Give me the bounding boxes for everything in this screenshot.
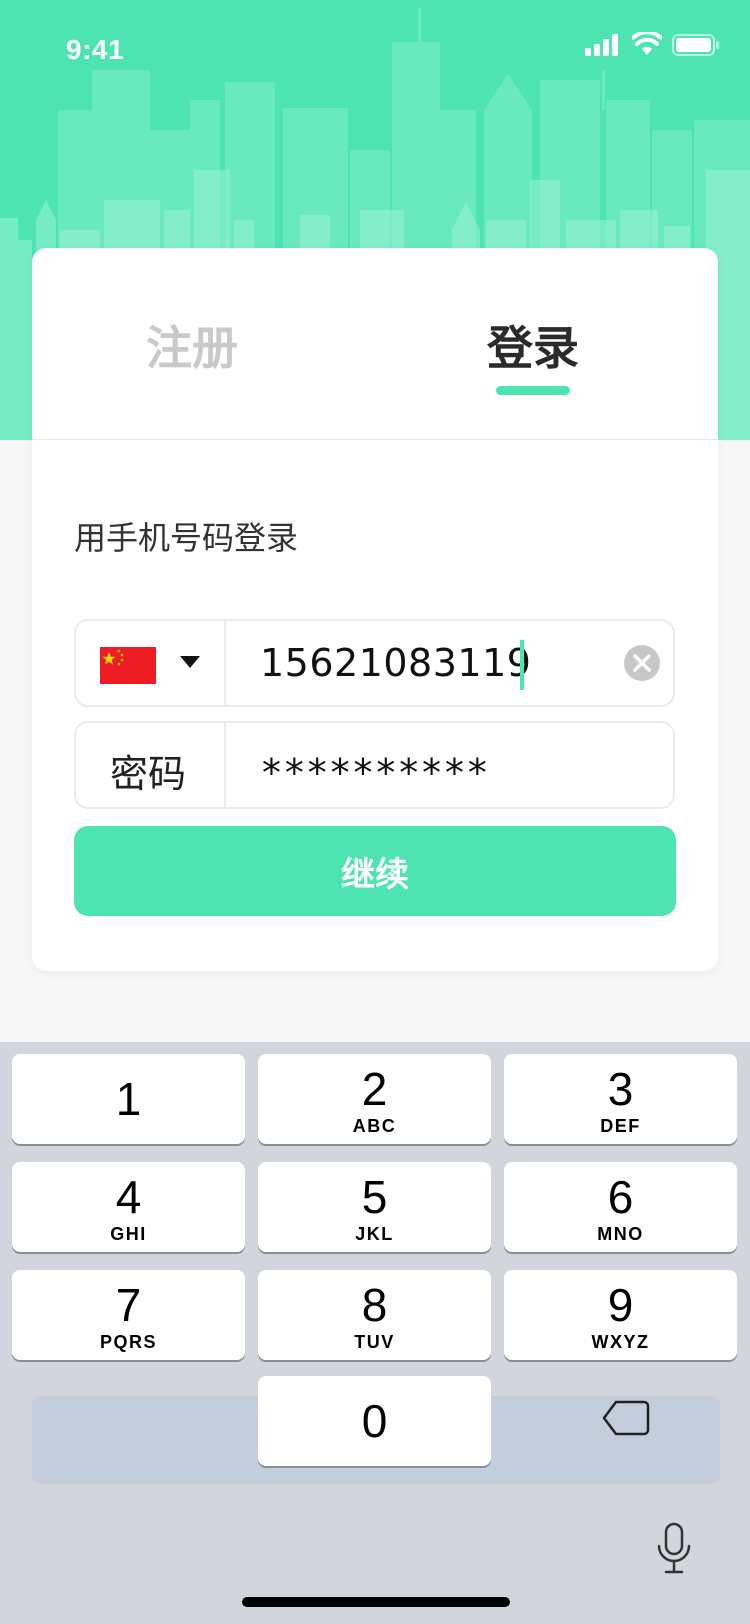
numeric-keyboard: 1 2 ABC 3 DEF 4 GHI 5 JKL 6 MNO 7 PQRS 8… xyxy=(0,1042,750,1624)
tab-login[interactable]: 登录 xyxy=(487,312,579,378)
key-5[interactable]: 5 JKL xyxy=(258,1162,491,1252)
key-digit: 8 xyxy=(361,1279,388,1331)
key-digit: 6 xyxy=(607,1171,634,1223)
key-letters: MNO xyxy=(597,1224,644,1244)
key-digit: 7 xyxy=(115,1279,142,1331)
key-letters: PQRS xyxy=(99,1332,157,1352)
key-0[interactable]: 0 xyxy=(258,1376,491,1466)
key-letters: GHI xyxy=(110,1224,147,1244)
phone-field[interactable]: 15621083119 xyxy=(74,619,675,707)
active-tab-indicator xyxy=(496,386,570,395)
key-digit: 3 xyxy=(607,1063,634,1115)
key-3[interactable]: 3 DEF xyxy=(504,1054,737,1144)
home-indicator xyxy=(242,1597,510,1607)
clear-icon[interactable] xyxy=(624,645,660,681)
key-letters: WXYZ xyxy=(591,1332,650,1352)
key-7[interactable]: 7 PQRS xyxy=(12,1270,245,1360)
password-label: 密码 xyxy=(110,752,187,796)
key-letters: TUV xyxy=(354,1332,395,1352)
microphone-icon[interactable] xyxy=(656,1522,692,1576)
key-letters: JKL xyxy=(355,1224,394,1244)
key-9[interactable]: 9 WXYZ xyxy=(504,1270,737,1360)
status-bar: 9:41 xyxy=(0,0,750,92)
key-2[interactable]: 2 ABC xyxy=(258,1054,491,1144)
key-digit: 2 xyxy=(361,1063,388,1115)
field-separator xyxy=(224,621,226,705)
backspace-icon[interactable] xyxy=(602,1400,650,1436)
caret-down-icon[interactable] xyxy=(180,656,200,669)
tab-register[interactable]: 注册 xyxy=(146,312,238,378)
password-input[interactable]: ********** xyxy=(260,751,489,795)
login-subtitle: 用手机号码登录 xyxy=(74,519,299,557)
tab-divider xyxy=(32,439,718,440)
login-card: 注册 登录 用手机号码登录 15621083119 密码 ********** … xyxy=(32,248,718,971)
battery-icon xyxy=(672,34,719,56)
password-field[interactable]: 密码 ********** xyxy=(74,721,675,809)
key-4[interactable]: 4 GHI xyxy=(12,1162,245,1252)
signal-icon xyxy=(585,34,618,56)
key-digit: 1 xyxy=(115,1073,142,1125)
key-1[interactable]: 1 xyxy=(12,1054,245,1144)
status-time: 9:41 xyxy=(66,34,125,65)
key-digit: 5 xyxy=(361,1171,388,1223)
key-digit: 9 xyxy=(607,1279,634,1331)
china-flag-icon[interactable] xyxy=(100,647,156,684)
key-8[interactable]: 8 TUV xyxy=(258,1270,491,1360)
continue-button[interactable]: 继续 xyxy=(74,826,676,916)
key-6[interactable]: 6 MNO xyxy=(504,1162,737,1252)
key-digit: 0 xyxy=(361,1395,388,1447)
phone-number-input[interactable]: 15621083119 xyxy=(260,641,531,685)
key-digit: 4 xyxy=(115,1171,142,1223)
key-letters: ABC xyxy=(352,1116,397,1136)
text-cursor xyxy=(520,640,524,690)
wifi-icon xyxy=(632,32,662,55)
key-letters: DEF xyxy=(600,1116,641,1136)
field-separator xyxy=(224,723,226,807)
